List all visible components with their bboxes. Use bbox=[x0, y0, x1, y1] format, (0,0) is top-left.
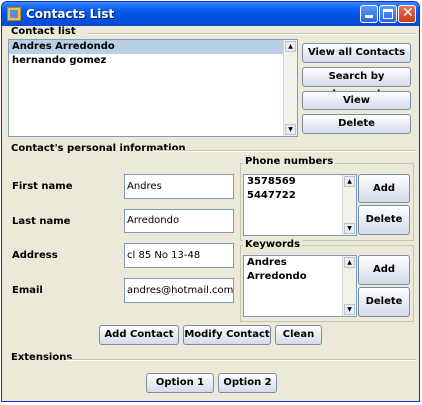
minimize-icon bbox=[365, 15, 373, 18]
modify-contact-button[interactable]: Modify Contact bbox=[183, 325, 271, 345]
keyword-list-item[interactable]: Arredondo bbox=[244, 270, 356, 284]
first-name-label: First name bbox=[12, 181, 73, 192]
first-name-field[interactable]: Andres bbox=[124, 174, 234, 199]
option-1-button[interactable]: Option 1 bbox=[146, 373, 214, 393]
extensions-label: Extensions bbox=[11, 352, 73, 363]
personal-info-label: Contact's personal information bbox=[11, 143, 186, 154]
delete-contact-button[interactable]: Delete bbox=[302, 114, 411, 134]
scroll-up-icon[interactable]: ▲ bbox=[344, 257, 355, 268]
keywords-label: Keywords bbox=[243, 239, 303, 250]
email-label: Email bbox=[12, 285, 43, 296]
scroll-up-icon[interactable]: ▲ bbox=[344, 176, 355, 187]
keyword-listbox[interactable]: Andres Arredondo ▲ ▼ bbox=[243, 255, 357, 317]
last-name-field[interactable]: Arredondo bbox=[124, 209, 234, 233]
window-title: Contacts List bbox=[26, 7, 115, 21]
contact-list-item[interactable]: hernando gomez bbox=[9, 54, 297, 68]
scroll-down-icon[interactable]: ▼ bbox=[344, 304, 355, 315]
personal-info-separator bbox=[154, 150, 416, 152]
scroll-down-icon[interactable]: ▼ bbox=[344, 223, 355, 234]
contact-listbox[interactable]: Andres Arredondo hernando gomez ▲ ▼ bbox=[8, 39, 298, 137]
phone-numbers-label: Phone numbers bbox=[243, 156, 336, 167]
contact-list-item[interactable]: Andres Arredondo bbox=[9, 40, 297, 54]
phone-list-item[interactable]: 5447722 bbox=[244, 189, 356, 203]
delete-keyword-button[interactable]: Delete bbox=[358, 287, 410, 317]
maximize-icon bbox=[383, 9, 393, 19]
scroll-down-icon[interactable]: ▼ bbox=[285, 124, 296, 135]
contact-list-separator bbox=[88, 33, 416, 35]
add-contact-button[interactable]: Add Contact bbox=[99, 325, 179, 345]
keyword-list-scrollbar[interactable]: ▲ ▼ bbox=[342, 256, 356, 316]
close-button[interactable]: ✕ bbox=[398, 5, 416, 23]
address-field[interactable]: cl 85 No 13-48 bbox=[124, 243, 234, 268]
phone-list-scrollbar[interactable]: ▲ ▼ bbox=[342, 175, 356, 235]
minimize-button[interactable] bbox=[360, 5, 378, 23]
app-icon bbox=[7, 7, 21, 21]
phone-listbox[interactable]: 3578569 5447722 ▲ ▼ bbox=[243, 174, 357, 236]
view-contact-button[interactable]: View bbox=[302, 91, 411, 110]
close-icon: ✕ bbox=[402, 5, 414, 21]
title-bar[interactable]: Contacts List ✕ bbox=[2, 2, 419, 26]
address-label: Address bbox=[12, 250, 58, 261]
search-by-keyword-button[interactable]: Search by keyword bbox=[302, 67, 411, 100]
delete-phone-button[interactable]: Delete bbox=[358, 205, 410, 235]
extensions-separator bbox=[66, 359, 416, 361]
add-keyword-button[interactable]: Add bbox=[358, 255, 410, 285]
scroll-up-icon[interactable]: ▲ bbox=[285, 41, 296, 52]
keyword-list-item[interactable]: Andres bbox=[244, 256, 356, 270]
email-field[interactable]: andres@hotmail.com bbox=[124, 278, 234, 303]
view-all-contacts-button[interactable]: View all Contacts bbox=[302, 43, 411, 63]
contact-list-scrollbar[interactable]: ▲ ▼ bbox=[283, 40, 297, 136]
maximize-button[interactable] bbox=[379, 5, 397, 23]
clean-button[interactable]: Clean bbox=[275, 325, 322, 345]
phone-list-item[interactable]: 3578569 bbox=[244, 175, 356, 189]
contacts-window: Contacts List ✕ Contact list Andres Arre… bbox=[1, 1, 420, 402]
option-2-button[interactable]: Option 2 bbox=[218, 373, 277, 393]
contact-list-label: Contact list bbox=[11, 26, 76, 37]
last-name-label: Last name bbox=[12, 216, 71, 227]
add-phone-button[interactable]: Add bbox=[358, 174, 410, 203]
